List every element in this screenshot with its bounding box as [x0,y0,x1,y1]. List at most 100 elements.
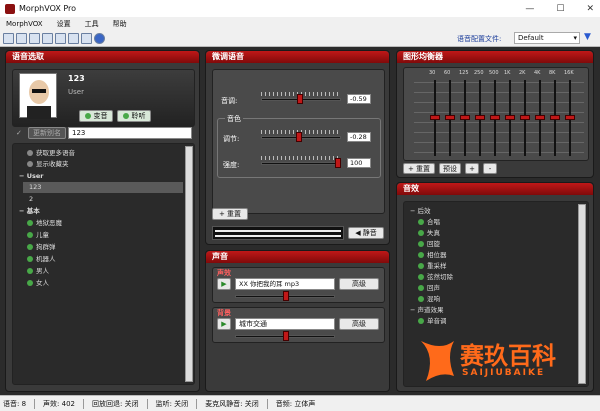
list-item[interactable]: 机器人 [27,254,56,265]
close-button[interactable]: ✕ [586,4,594,14]
effects-item[interactable]: 混响 [418,294,440,305]
effects-item[interactable]: 回声 [418,283,440,294]
pitch-thumb[interactable] [296,94,303,104]
tune-box: 音调: -0.59 音色 调节: -0.28 强度: 100 [212,69,385,214]
config-select[interactable]: Default [514,32,580,44]
status-bar: 语音: 8 声效: 402 回放回退: 关闭 监听: 关闭 麦克风静音: 关闭 … [0,395,600,411]
gear-icon[interactable] [55,32,66,44]
eq-band-thumb[interactable] [475,115,485,120]
list-item[interactable]: 2 [29,194,33,205]
listen-button[interactable]: 聆听 [117,110,151,122]
list-item[interactable]: 狗群弹 [27,242,56,253]
help-icon[interactable] [94,32,105,44]
update-alias-button[interactable]: 更新别名 [28,127,66,139]
background-select[interactable]: 城市交通 [235,318,335,330]
effects-item[interactable]: 失真 [418,228,440,239]
maximize-button[interactable]: ☐ [556,4,564,14]
eq-band-thumb[interactable] [505,115,515,120]
effects-item[interactable]: 弦然切除 [418,272,453,283]
effects-advanced-button[interactable]: 高级 [339,278,379,290]
effect-icon [418,230,424,236]
tune-reset-button[interactable]: + 重置 [212,208,248,220]
alias-input[interactable]: 123 [68,127,192,139]
pitch-input[interactable]: -0.59 [347,94,371,104]
eq-preset-button[interactable]: 预设 [439,163,461,174]
list-item[interactable]: 123 [23,182,183,193]
effects-item[interactable]: 相位器 [418,250,447,261]
eq-band-thumb[interactable] [565,115,575,120]
eq-remove-button[interactable]: - [483,163,497,174]
list-item[interactable]: 儿童 [27,230,49,241]
effects-group-item[interactable]: − 后效 [410,206,431,217]
mute-button[interactable]: ◀ 静音 [348,227,384,239]
list-item[interactable]: 女人 [27,278,49,289]
background-volume-thumb[interactable] [283,331,289,341]
eq-band-thumb[interactable] [445,115,455,120]
open-icon[interactable] [16,32,27,44]
play-effect-button[interactable]: ▶ [217,278,231,290]
eq-band-thumb[interactable] [490,115,500,120]
eq-band-label: 125 [459,70,469,76]
effects-item[interactable]: 合唱 [418,217,440,228]
folder-icon[interactable] [29,32,40,44]
strength-thumb[interactable] [335,158,341,168]
eq-band-label: 8K [549,70,556,76]
morph-button[interactable]: 变音 [79,110,113,122]
morph-icon [84,113,91,119]
voice-list: 获取更多语音 显示收藏夹 − User 123 2 − 基本 地狱恶魔 儿童 狗… [12,143,195,385]
strength-slider[interactable] [261,162,341,165]
list-item[interactable]: 显示收藏夹 [27,159,69,170]
star-icon [27,161,33,167]
voice-icon [27,256,33,262]
eq-band-thumb[interactable] [430,115,440,120]
eq-add-button[interactable]: + [465,163,479,174]
timbre-label: 音色 [225,114,243,124]
effects-group-item[interactable]: − 声道效果 [410,305,444,316]
menu-settings[interactable]: 设置 [57,19,71,29]
adjust-thumb[interactable] [295,132,302,142]
eq-grid-line [414,82,584,83]
filter-icon[interactable]: ▼ [584,32,591,42]
effects-item[interactable]: 单音调 [418,316,447,327]
eq-band-thumb[interactable] [520,115,530,120]
app-logo-icon [5,3,15,14]
effects-volume-thumb[interactable] [283,291,289,301]
eq-band-thumb[interactable] [460,115,470,120]
menu-morphvox[interactable]: MorphVOX [6,20,43,28]
effects-select[interactable]: XX 你把我的耳 mp3 [235,278,335,290]
effect-icon [418,285,424,291]
list-group[interactable]: − User [19,171,43,182]
strength-input[interactable]: 100 [347,158,371,168]
list-item[interactable]: 男人 [27,266,49,277]
mic-icon[interactable] [42,32,53,44]
save-icon[interactable] [3,32,14,44]
effects-item[interactable]: 重采样 [418,261,447,272]
menu-tools[interactable]: 工具 [85,19,99,29]
image-icon[interactable] [68,32,79,44]
eq-band-thumb[interactable] [535,115,545,120]
voice-list-scrollbar[interactable] [185,146,193,382]
voice-icon [27,268,33,274]
minimize-button[interactable]: — [525,4,534,14]
list-item[interactable]: 获取更多语音 [27,148,75,159]
list-item[interactable]: 地狱恶魔 [27,218,62,229]
background-group: 背景 ▶ 城市交通 高级 [212,307,385,343]
effects-item[interactable]: 回旋 [418,239,440,250]
eq-band-label: 250 [474,70,484,76]
avatar [19,73,57,119]
eq-band-thumb[interactable] [550,115,560,120]
window-title: MorphVOX Pro [19,4,77,13]
voice-icon [27,244,33,250]
eq-band-label: 500 [489,70,499,76]
background-advanced-button[interactable]: 高级 [339,318,379,330]
menu-help[interactable]: 帮助 [113,19,127,29]
status-effects: 声效: 402 [43,399,75,408]
eq-reset-button[interactable]: + 重置 [403,163,435,174]
grid-icon[interactable] [81,32,92,44]
adjust-input[interactable]: -0.28 [347,132,371,142]
play-background-button[interactable]: ▶ [217,318,231,330]
sound-panel-header: 声音 [206,251,389,263]
eq-band-label: 60 [444,70,451,76]
effect-icon [418,241,424,247]
list-group[interactable]: − 基本 [19,206,40,217]
